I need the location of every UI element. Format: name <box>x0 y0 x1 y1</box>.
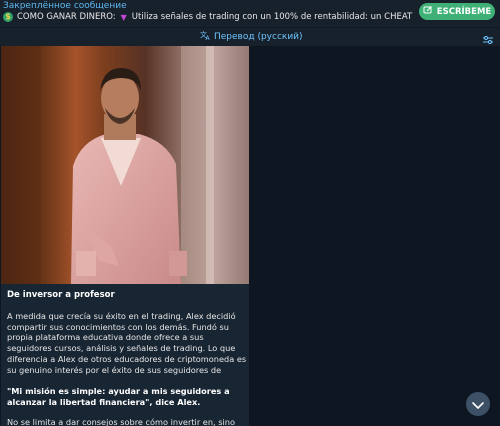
triangle-down-icon: ▼ <box>120 12 127 22</box>
translate-label: Перевод (русский) <box>214 31 303 42</box>
chat-area[interactable]: De inversor a profesor A medida que crec… <box>0 46 500 426</box>
write-me-button[interactable]: ESCRÍBEME <box>419 3 495 20</box>
pinned-message-bar[interactable]: Закреплённое сообщение $ CÓMO GANAR DINE… <box>0 0 500 27</box>
post-paragraph-2: No se limita a dar consejos sobre cómo i… <box>7 417 235 426</box>
post-quote: "Mi misión es simple: ayudar a mis segui… <box>7 386 230 407</box>
pinned-message-text[interactable]: $ CÓMO GANAR DINERO: ▼ Utiliza señales d… <box>3 12 415 22</box>
write-me-label: ESCRÍBEME <box>436 6 492 17</box>
translate-icon: 文A <box>200 30 211 43</box>
chevron-down-icon <box>472 395 484 414</box>
translate-toggle[interactable]: 文A Перевод (русский) <box>200 30 303 43</box>
pen-icon <box>423 5 433 18</box>
svg-text:A: A <box>206 35 211 40</box>
pinned-text-part2: Utiliza señales de trading con un 100% d… <box>131 12 415 22</box>
translation-bar[interactable]: 文A Перевод (русский) <box>0 27 500 46</box>
post-paragraph: A medida que crecía su éxito en el tradi… <box>7 311 247 375</box>
channel-post: De inversor a profesor A medida que crec… <box>1 46 249 426</box>
money-icon: $ <box>3 12 13 22</box>
pinned-message-title: Закреплённое сообщение <box>3 1 127 11</box>
post-photo[interactable] <box>1 46 249 284</box>
scroll-down-button[interactable] <box>466 392 490 416</box>
post-headline: De inversor a profesor <box>7 290 115 300</box>
pinned-text-part1: CÓMO GANAR DINERO: <box>17 12 116 22</box>
